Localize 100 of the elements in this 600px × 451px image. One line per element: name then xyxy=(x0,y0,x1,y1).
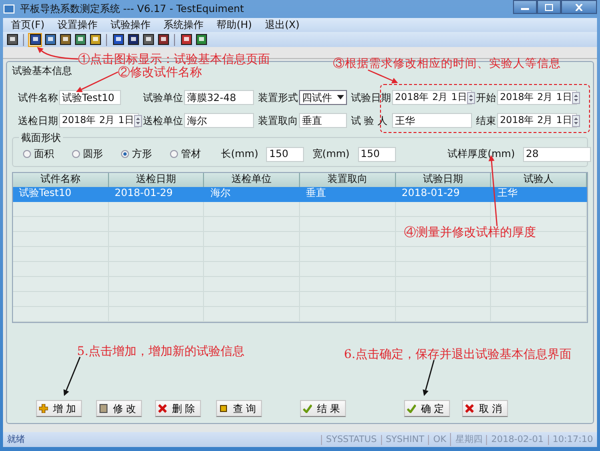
square-tool-icon xyxy=(90,34,100,45)
cross-icon xyxy=(465,404,474,413)
status-text: OK xyxy=(428,434,450,444)
toolbar-button[interactable] xyxy=(88,32,102,46)
toolbar-button[interactable] xyxy=(43,32,57,46)
confirm-button[interactable]: 确定 xyxy=(404,400,450,417)
window-title: 平板导热系数测定系统 --- V6.17 - TestEquiment xyxy=(20,2,244,16)
field-label: 试件名称 xyxy=(17,92,59,104)
close-icon xyxy=(575,4,583,10)
panel-title: 试验基本信息 xyxy=(12,64,72,78)
cross-icon xyxy=(158,404,167,413)
plus-icon xyxy=(39,404,48,413)
text-field[interactable]: 150 xyxy=(358,146,396,162)
field-label: 试 验 人 xyxy=(350,114,388,128)
square-icon xyxy=(219,404,228,413)
text-field[interactable]: 王华 xyxy=(392,113,472,128)
menu-item[interactable]: 退出(X) xyxy=(264,18,300,32)
date-field[interactable]: 2018年 2月 1日 xyxy=(59,113,139,128)
close-button[interactable] xyxy=(561,0,597,14)
text-field[interactable]: 薄膜32-48 xyxy=(184,90,254,105)
square-tool-icon xyxy=(180,34,192,45)
square-tool-icon xyxy=(60,34,70,45)
toolbar-button[interactable] xyxy=(156,32,170,46)
square-tool-icon xyxy=(112,34,124,45)
cancel-button[interactable]: 取消 xyxy=(462,400,508,417)
toolbar-button[interactable] xyxy=(28,32,42,46)
pointer-arrow xyxy=(422,360,435,396)
pointer-arrow xyxy=(76,71,118,92)
annotation-text: ①点击图标显示：试验基本信息页面 xyxy=(78,51,270,66)
text-field[interactable]: 28 xyxy=(522,146,591,162)
table-cell-text: 垂直 xyxy=(304,187,327,201)
menu-item[interactable]: 设置操作 xyxy=(58,18,98,32)
menu-item[interactable]: 帮助(H) xyxy=(216,18,252,32)
check-icon xyxy=(303,404,312,413)
square-tool-icon xyxy=(74,34,86,45)
toolbar-button[interactable] xyxy=(194,32,208,46)
radio-option[interactable]: 面积 xyxy=(23,147,54,161)
text-field[interactable]: 海尔 xyxy=(184,113,254,128)
text-field[interactable]: 试验Test10 xyxy=(59,90,121,105)
annotation-text: ④测量并修改试样的厚度 xyxy=(404,224,536,241)
spinner-icon xyxy=(572,92,580,104)
spinner-icon xyxy=(572,114,580,126)
radio-option[interactable]: 管材 xyxy=(170,147,201,161)
pointer-arrow xyxy=(64,356,81,396)
field-label: 装置取向 xyxy=(257,114,299,128)
annotation-text: ③根据需求修改相应的时间、实验人等信息 xyxy=(333,56,561,71)
square-tool-icon xyxy=(128,34,138,45)
menu-item[interactable]: 试验操作 xyxy=(110,18,151,32)
square-tool-icon xyxy=(158,34,168,45)
maximize-icon xyxy=(545,4,553,10)
field-label: 试样厚度(mm) xyxy=(448,148,515,161)
field-label: 结束 xyxy=(475,114,497,128)
dropdown-caret-icon xyxy=(337,95,344,100)
date-field[interactable]: 2018年 2月 1日 xyxy=(497,90,577,105)
toolbar-button[interactable] xyxy=(111,32,125,46)
query-button[interactable]: 查询 xyxy=(216,400,262,417)
menu-item[interactable]: 首页(F) xyxy=(11,18,45,32)
date-field[interactable]: 2018年 2月 1日 xyxy=(392,90,472,105)
table-cell-text: 海尔 xyxy=(209,187,232,201)
status-text: 2018-02-01 xyxy=(486,434,548,444)
square-tool-icon xyxy=(44,34,56,45)
toolbar-button[interactable] xyxy=(141,32,155,46)
annotation-text: ②修改试件名称 xyxy=(118,65,202,81)
annotation-text: 5.点击增加，增加新的试验信息 xyxy=(77,343,244,360)
status-text: SYSSTATUS xyxy=(320,434,381,444)
radio-option[interactable]: 方形 xyxy=(121,147,152,161)
toolbar-button[interactable] xyxy=(5,32,19,46)
table-cell-text: 王华 xyxy=(496,187,518,201)
check-icon xyxy=(407,404,416,413)
field-label: 送检日期 xyxy=(17,114,59,128)
menu-item[interactable]: 系统操作 xyxy=(164,18,204,32)
table-cell-text: 2018-01-29 xyxy=(400,187,461,201)
app-icon xyxy=(3,3,15,15)
spinner-icon xyxy=(134,114,142,126)
add-button[interactable]: 增加 xyxy=(36,400,82,417)
edit-button[interactable]: 修改 xyxy=(96,400,142,417)
toolbar-button[interactable] xyxy=(58,32,72,46)
maximize-button[interactable] xyxy=(537,0,561,14)
text-field[interactable]: 垂直 xyxy=(299,113,347,128)
date-field[interactable]: 2018年 2月 1日 xyxy=(497,113,577,128)
field-label: 装置形式 xyxy=(257,92,299,104)
delete-button[interactable]: 删除 xyxy=(155,400,201,417)
radio-option[interactable]: 圆形 xyxy=(72,147,103,161)
minimize-button[interactable] xyxy=(513,0,537,14)
field-label: 开始 xyxy=(475,92,497,104)
field-label: 宽(mm) xyxy=(312,148,350,161)
square-tool-icon xyxy=(30,34,40,45)
toolbar-button[interactable] xyxy=(73,32,87,46)
toolbar-button[interactable] xyxy=(179,32,193,46)
field-label: 试验单位 xyxy=(142,92,184,104)
status-text: 10:17:10 xyxy=(548,434,597,444)
dropdown[interactable]: 四试件 xyxy=(299,90,347,105)
group-title: 截面形状 xyxy=(19,131,63,145)
pointer-arrow xyxy=(37,47,78,60)
pointer-arrow xyxy=(368,69,398,84)
result-button[interactable]: 结果 xyxy=(300,400,346,417)
toolbar-button[interactable] xyxy=(126,32,140,46)
spinner-icon xyxy=(467,92,476,104)
status-text: 星期四 xyxy=(450,433,486,446)
text-field[interactable]: 150 xyxy=(266,146,304,162)
